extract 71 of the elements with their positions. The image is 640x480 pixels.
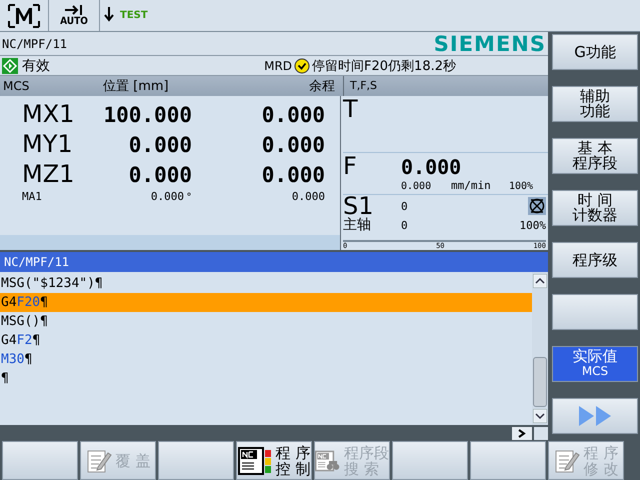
- softkey[interactable]: 基 本 程序段: [552, 138, 638, 174]
- spindle-sublabel: 主轴: [343, 216, 372, 234]
- vertical-scrollbar[interactable]: [532, 272, 548, 425]
- feed-actual: 0.000: [401, 180, 432, 193]
- distance-to-go: 0.000: [260, 103, 326, 127]
- axis-position: 0.000: [128, 163, 192, 187]
- spindle-override: 100%: [520, 218, 546, 232]
- axis-name: MX1: [21, 100, 76, 128]
- distance-to-go: 0.000: [290, 190, 326, 203]
- distance-to-go: 0.000: [260, 163, 326, 187]
- axis-position: 0.000: [128, 133, 192, 157]
- softkey[interactable]: [2, 441, 78, 480]
- feed-value: 0.000: [401, 155, 462, 179]
- clock-check-icon: [294, 58, 310, 74]
- status-message: 停留时间F20仍剩18.2秒: [312, 58, 456, 74]
- program-line[interactable]: MSG("$1234")¶: [0, 274, 532, 293]
- axis-name: MZ1: [21, 160, 76, 188]
- softkey[interactable]: [552, 294, 638, 330]
- active-status-icon: [2, 58, 18, 74]
- softkey[interactable]: 实际值 MCS: [552, 346, 638, 382]
- edit-document-icon: [554, 448, 580, 474]
- softkey[interactable]: [392, 441, 468, 480]
- program-line[interactable]: G4F2¶: [0, 331, 532, 350]
- scroll-up-icon[interactable]: [533, 274, 547, 288]
- down-arrow-icon: [104, 6, 114, 22]
- softkey[interactable]: [552, 398, 638, 434]
- enter-arrow-icon: [63, 4, 85, 16]
- softkey[interactable]: [158, 441, 234, 480]
- unit-label: °: [186, 192, 192, 203]
- scroll-thumb[interactable]: [533, 357, 547, 407]
- scrollbar-corner: [534, 427, 548, 440]
- softkey[interactable]: 程序级: [552, 242, 638, 278]
- tool-label: T: [343, 95, 358, 123]
- scroll-down-icon[interactable]: [533, 409, 547, 423]
- feed-override: 100%: [509, 180, 534, 193]
- mrd-label: MRD: [264, 58, 292, 72]
- program-status: TEST: [120, 10, 148, 21]
- softkey[interactable]: G功能: [552, 34, 638, 70]
- program-line[interactable]: MSG()¶: [0, 312, 532, 331]
- mode-label: AUTO: [60, 16, 88, 27]
- scroll-right-icon[interactable]: [512, 427, 532, 440]
- program-line[interactable]: ¶: [0, 369, 532, 388]
- channel-state: 有效: [22, 56, 50, 74]
- machine-mode-icon: [7, 2, 41, 28]
- softkey-label: 程 序 控 制: [276, 444, 310, 476]
- softkey[interactable]: 程 序 控 制: [236, 441, 312, 480]
- column-header: 位置 [mm]: [103, 78, 170, 95]
- softkey[interactable]: 辅助 功能: [552, 86, 638, 122]
- softkey-label: 程 序 修 改: [584, 444, 618, 476]
- column-header: MCS: [2, 79, 30, 93]
- brand-logo: SIEMENS: [434, 32, 546, 56]
- axis-name: MA1: [21, 190, 43, 203]
- feed-label: F: [343, 153, 358, 179]
- spindle-stop-icon: [528, 197, 546, 215]
- feed-unit: mm/min: [451, 179, 492, 192]
- axis-position: 0.000: [150, 190, 184, 203]
- double-arrow-icon: [577, 405, 613, 427]
- spindle-actual: 0: [401, 218, 408, 232]
- distance-to-go: 0.000: [260, 133, 326, 157]
- spindle-value: 0: [401, 200, 408, 212]
- program-line[interactable]: M30¶: [0, 350, 532, 369]
- axis-name: MY1: [21, 130, 74, 158]
- program-title-bar: NC/MPF/11: [0, 252, 548, 272]
- edit-document-icon: [86, 448, 112, 474]
- program-path: NC/MPF/11: [2, 36, 68, 50]
- softkey-label: 程序段 搜 索: [344, 444, 389, 476]
- softkey-label: 覆 盖: [116, 452, 150, 468]
- column-header: 余程: [308, 78, 336, 95]
- axis-position: 100.000: [103, 103, 192, 127]
- nc-program-icon: [238, 446, 272, 474]
- softkey[interactable]: 时 间 计数器: [552, 190, 638, 226]
